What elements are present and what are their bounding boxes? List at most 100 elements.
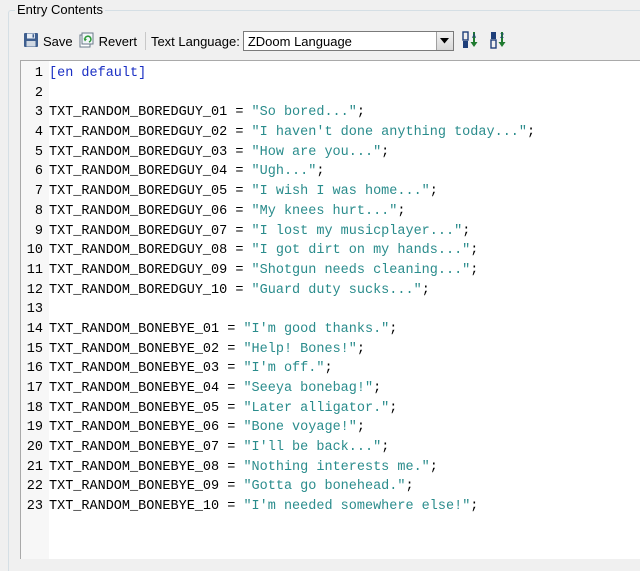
- editor-line: 1 [en default]: [21, 64, 640, 84]
- text-language-value: ZDoom Language: [247, 33, 352, 49]
- string-key: TXT_RANDOM_BOREDGUY_07: [49, 223, 228, 239]
- editor-line: 7 TXT_RANDOM_BOREDGUY_05 = "I wish I was …: [21, 182, 640, 202]
- string-key: TXT_RANDOM_BONEBYE_04: [49, 381, 220, 396]
- string-value: "Gotta go bonehead.": [243, 479, 406, 495]
- editor-line: 10 TXT_RANDOM_BOREDGUY_08 = "I got dirt o…: [21, 241, 640, 261]
- line-number: 3: [34, 105, 43, 121]
- sort-ascending-button[interactable]: A: [460, 30, 482, 52]
- text-language-label: Text Language:: [150, 33, 240, 49]
- line-code: TXT_RANDOM_BOREDGUY_08 = "I got dirt on …: [49, 243, 479, 259]
- string-value: "Guard duty sucks...": [251, 282, 422, 298]
- line-number: 22: [26, 479, 43, 495]
- line-code: TXT_RANDOM_BOREDGUY_07 = "I lost my musi…: [49, 223, 471, 239]
- string-value: "Seeya bonebag!": [243, 381, 374, 396]
- line-number: 19: [26, 420, 43, 436]
- string-value: "Later alligator.": [243, 400, 390, 416]
- editor-line: 3 TXT_RANDOM_BOREDGUY_01 = "So bored...";: [21, 103, 640, 123]
- line-code: TXT_RANDOM_BOREDGUY_09 = "Shotgun needs …: [49, 262, 479, 278]
- line-code: TXT_RANDOM_BONEBYE_10 = "I'm needed some…: [49, 499, 479, 515]
- line-code: TXT_RANDOM_BOREDGUY_05 = "I wish I was h…: [49, 184, 438, 200]
- string-key: TXT_RANDOM_BOREDGUY_08: [49, 243, 228, 259]
- line-code: TXT_RANDOM_BONEBYE_07 = "I'll be back...…: [49, 440, 390, 456]
- text-language-select[interactable]: ZDoom Language: [242, 31, 454, 51]
- string-value: "I'm good thanks.": [243, 321, 390, 337]
- editor-line: 2: [21, 84, 640, 104]
- line-number: 21: [26, 459, 43, 475]
- line-code: TXT_RANDOM_BOREDGUY_10 = "Guard duty suc…: [49, 282, 430, 298]
- line-number: 6: [34, 164, 43, 180]
- editor-line: 13: [21, 300, 640, 320]
- line-code: TXT_RANDOM_BOREDGUY_04 = "Ugh...";: [49, 164, 325, 180]
- revert-button[interactable]: Revert: [76, 30, 140, 53]
- editor-line: 9 TXT_RANDOM_BOREDGUY_07 = "I lost my mus…: [21, 222, 640, 242]
- string-value: "I'm off.": [243, 361, 325, 377]
- editor-line: 4 TXT_RANDOM_BOREDGUY_02 = "I haven't don…: [21, 123, 640, 143]
- line-number: 18: [26, 400, 43, 416]
- revert-label: Revert: [98, 33, 137, 49]
- line-number: 23: [26, 499, 43, 515]
- line-number: 5: [34, 144, 43, 160]
- line-number: 16: [26, 361, 43, 377]
- string-value: "Nothing interests me.": [243, 459, 430, 475]
- line-code: [en default]: [49, 64, 146, 84]
- editor-line: 11 TXT_RANDOM_BOREDGUY_09 = "Shotgun need…: [21, 261, 640, 281]
- string-key: TXT_RANDOM_BOREDGUY_01: [49, 105, 228, 121]
- string-key: TXT_RANDOM_BONEBYE_09: [49, 479, 220, 495]
- editor-line: 23 TXT_RANDOM_BONEBYE_10 = "I'm needed so…: [21, 497, 640, 517]
- editor-line: 12 TXT_RANDOM_BOREDGUY_10 = "Guard duty s…: [21, 281, 640, 301]
- string-key: TXT_RANDOM_BOREDGUY_06: [49, 203, 228, 219]
- editor-line: 17 TXT_RANDOM_BONEBYE_04 = "Seeya bonebag…: [21, 379, 640, 399]
- string-value: "I lost my musicplayer...": [251, 223, 463, 239]
- save-label: Save: [43, 33, 73, 49]
- toolbar: Save Revert Text Language: ZDoom Languag…: [20, 28, 510, 54]
- panel-title: Entry Contents: [15, 2, 105, 18]
- string-value: "How are you...": [251, 144, 382, 160]
- string-key: TXT_RANDOM_BONEBYE_01: [49, 321, 220, 337]
- section-header: [en default]: [49, 66, 147, 81]
- text-editor[interactable]: 1 [en default] 2 3 TXT_RANDOM_BOREDGUY_01 = …: [20, 60, 640, 559]
- string-key: TXT_RANDOM_BONEBYE_02: [49, 341, 220, 357]
- editor-line: 18 TXT_RANDOM_BONEBYE_05 = "Later alligat…: [21, 399, 640, 419]
- editor-lines: 1 [en default] 2 3 TXT_RANDOM_BOREDGUY_01 = …: [21, 64, 640, 517]
- editor-line: 8 TXT_RANDOM_BOREDGUY_06 = "My knees hurt…: [21, 202, 640, 222]
- editor-line: 21 TXT_RANDOM_BONEBYE_08 = "Nothing inter…: [21, 458, 640, 478]
- string-key: TXT_RANDOM_BONEBYE_08: [49, 459, 220, 475]
- string-key: TXT_RANDOM_BONEBYE_05: [49, 400, 220, 416]
- string-value: "I wish I was home...": [251, 184, 430, 200]
- string-key: TXT_RANDOM_BOREDGUY_09: [49, 262, 228, 278]
- line-number: 13: [26, 302, 43, 318]
- string-value: "My knees hurt...": [251, 203, 398, 219]
- string-key: TXT_RANDOM_BOREDGUY_10: [49, 282, 228, 298]
- line-code: TXT_RANDOM_BOREDGUY_03 = "How are you...…: [49, 144, 390, 160]
- toolbar-separator: [144, 32, 146, 50]
- line-number: 15: [26, 341, 43, 357]
- line-code: TXT_RANDOM_BONEBYE_02 = "Help! Bones!";: [49, 341, 365, 357]
- sort-descending-button[interactable]: Z: [488, 30, 510, 52]
- editor-line: 20 TXT_RANDOM_BONEBYE_07 = "I'll be back.…: [21, 438, 640, 458]
- line-code: TXT_RANDOM_BONEBYE_03 = "I'm off.";: [49, 361, 333, 377]
- line-code: TXT_RANDOM_BOREDGUY_01 = "So bored...";: [49, 105, 365, 121]
- editor-line: 5 TXT_RANDOM_BOREDGUY_03 = "How are you..…: [21, 143, 640, 163]
- string-key: TXT_RANDOM_BOREDGUY_02: [49, 125, 228, 141]
- editor-line: 15 TXT_RANDOM_BONEBYE_02 = "Help! Bones!"…: [21, 340, 640, 360]
- line-code: TXT_RANDOM_BONEBYE_09 = "Gotta go bonehe…: [49, 479, 414, 495]
- chevron-down-icon[interactable]: [435, 32, 453, 50]
- string-key: TXT_RANDOM_BOREDGUY_03: [49, 144, 228, 160]
- string-key: TXT_RANDOM_BONEBYE_06: [49, 420, 220, 436]
- line-number: 14: [26, 321, 43, 337]
- floppy-disk-icon: [23, 32, 39, 51]
- line-number: 1: [34, 66, 43, 81]
- editor-line: 19 TXT_RANDOM_BONEBYE_06 = "Bone voyage!"…: [21, 418, 640, 438]
- revert-icon: [79, 32, 95, 51]
- string-value: "So bored...": [251, 105, 357, 121]
- line-code: TXT_RANDOM_BONEBYE_04 = "Seeya bonebag!"…: [49, 381, 382, 396]
- string-value: "I'm needed somewhere else!": [243, 499, 471, 515]
- string-value: "I'll be back...": [243, 440, 382, 456]
- line-code: TXT_RANDOM_BONEBYE_06 = "Bone voyage!";: [49, 420, 365, 436]
- string-value: "I got dirt on my hands...": [251, 243, 471, 259]
- string-value: "Ugh...": [251, 164, 317, 180]
- save-button[interactable]: Save: [20, 30, 76, 53]
- line-number: 11: [26, 262, 43, 278]
- editor-line: 6 TXT_RANDOM_BOREDGUY_04 = "Ugh...";: [21, 162, 640, 182]
- string-key: TXT_RANDOM_BOREDGUY_05: [49, 184, 228, 200]
